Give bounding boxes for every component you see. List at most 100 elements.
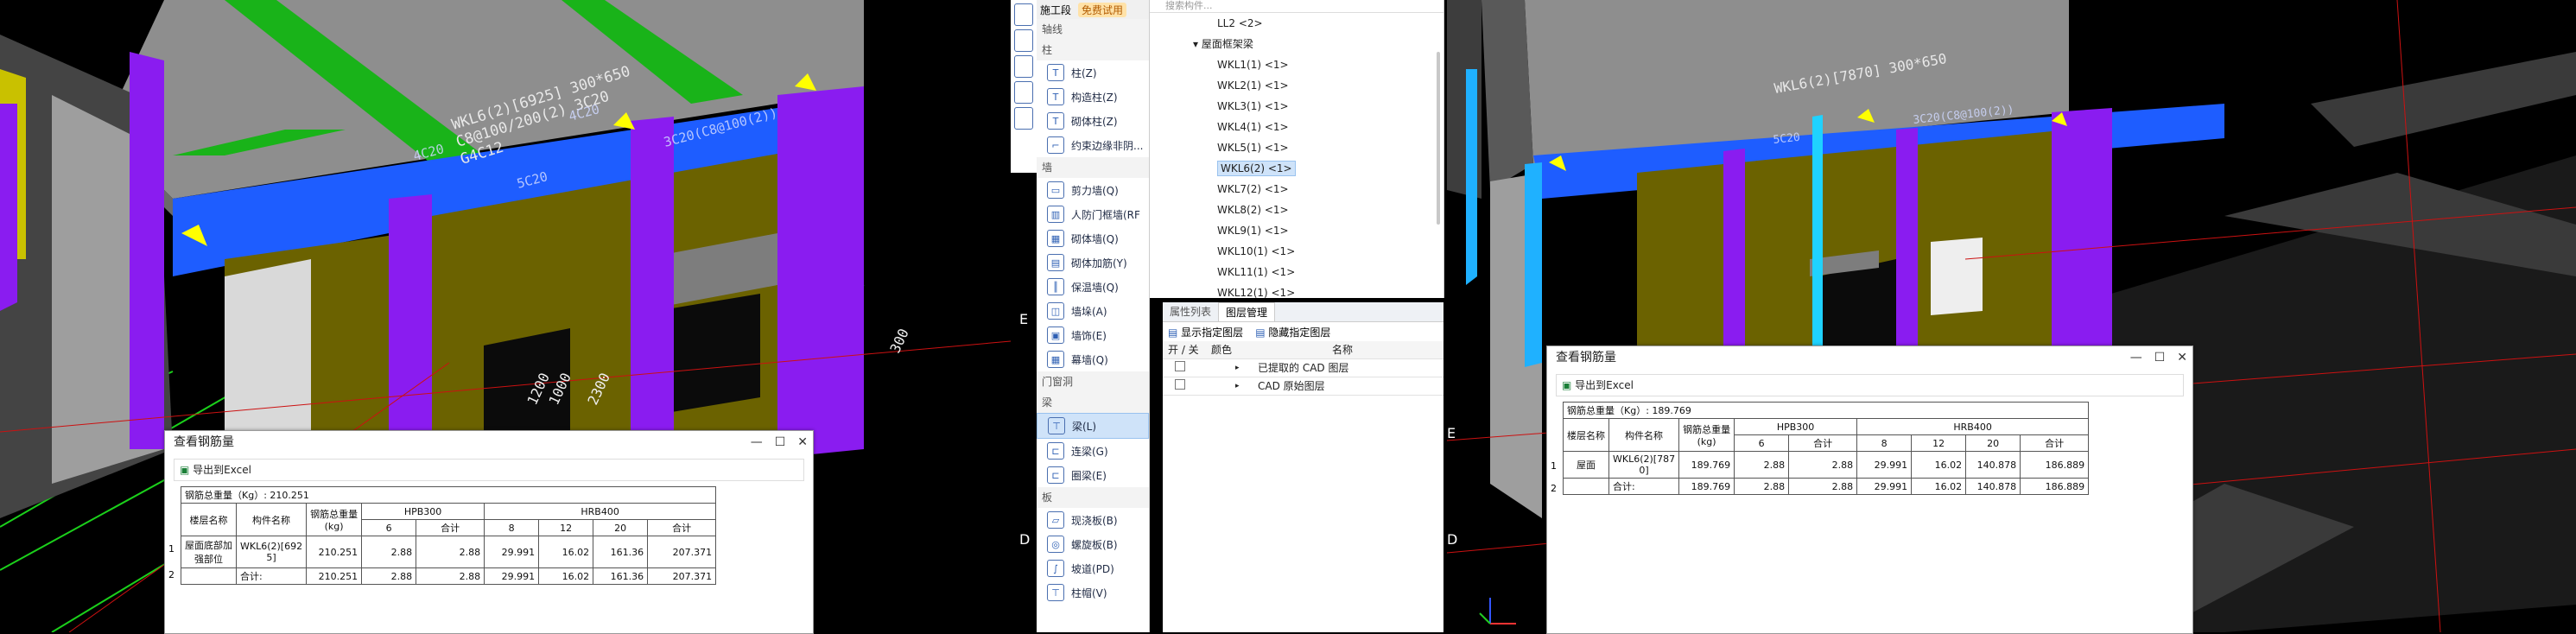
col-d12: 12 <box>538 519 594 536</box>
ribbon-item-spiral-slab[interactable]: ◎ 螺旋板(B) <box>1037 532 1149 556</box>
ribbon-item-masonry-column[interactable]: T 砌体柱(Z) <box>1037 109 1149 133</box>
layer-checkbox[interactable] <box>1175 361 1185 371</box>
col-d20: 20 <box>593 519 649 536</box>
construction-section-tab[interactable]: 施工段 <box>1040 3 1071 17</box>
ribbon-item-masonry-reinforcement[interactable]: ▤ 砌体加筋(Y) <box>1037 250 1149 275</box>
ribbon-section-slab: 板 <box>1037 487 1149 508</box>
tree-item[interactable]: WKL5(1) <1> <box>1150 137 1443 158</box>
axis-label-e: E <box>1019 311 1029 327</box>
maximize-icon[interactable]: ☐ <box>775 431 786 453</box>
steel-quantity-dialog-left[interactable]: 查看钢筋量 — ☐ ✕ ▣ 导出到Excel 钢筋总重量（Kg）: 210.25… <box>164 430 814 634</box>
tree-item[interactable]: WKL6(2) <1> <box>1150 158 1443 179</box>
close-icon[interactable]: ✕ <box>2177 346 2187 369</box>
tree-item[interactable]: WKL9(1) <1> <box>1150 220 1443 241</box>
ribbon-item-ring-beam[interactable]: ⊏ 圈梁(E) <box>1037 463 1149 487</box>
col-d8: 8 <box>484 519 540 536</box>
show-layer-button[interactable]: ▤ 显示指定图层 <box>1168 325 1243 339</box>
tree-item[interactable]: WKL12(1) <1> <box>1150 282 1443 303</box>
tab-properties[interactable]: 属性列表 <box>1163 302 1218 321</box>
ribbon-item-constraint-edge[interactable]: ⌐ 约束边缘非阴... <box>1037 133 1149 157</box>
tree-item[interactable]: WKL10(1) <1> <box>1150 241 1443 262</box>
close-icon[interactable]: ✕ <box>797 431 808 453</box>
row-index: 1 <box>1551 460 1557 472</box>
col-hrb400: HRB400 <box>1856 418 2090 435</box>
tree-item[interactable]: WKL7(2) <1> <box>1150 179 1443 200</box>
ribbon-item-insulation-wall[interactable]: ║ 保温墙(Q) <box>1037 275 1149 299</box>
minimize-icon[interactable]: — <box>2130 346 2142 369</box>
ribbon-item-coupling-beam[interactable]: ⊏ 连梁(G) <box>1037 439 1149 463</box>
ribbon-item-label: 螺旋板(B) <box>1071 538 1118 551</box>
tree-item-ll2[interactable]: LL2 <2> <box>1150 13 1443 34</box>
cell-member: 合计: <box>235 567 308 585</box>
left-toolbar-strip <box>1011 0 1037 173</box>
ribbon-item-shear-wall[interactable]: ▭ 剪力墙(Q) <box>1037 178 1149 202</box>
cell-sub1: 2.88 <box>1788 451 1858 479</box>
expand-icon[interactable]: ▸ <box>1218 377 1258 395</box>
tree-search-input[interactable]: 搜索构件... <box>1150 0 1443 13</box>
masonry-reinforcement-icon: ▤ <box>1047 254 1064 271</box>
col-hpb300: HPB300 <box>1734 418 1858 435</box>
axis-label-e: E <box>1447 425 1456 441</box>
toolbar-icon[interactable] <box>1014 55 1033 78</box>
table-row[interactable]: 合计: 210.251 2.88 2.88 29.991 16.02 161.3… <box>181 567 717 585</box>
row-index: 2 <box>168 569 174 580</box>
table-row[interactable]: 合计: 189.769 2.88 2.88 29.991 16.02 140.8… <box>1563 478 2090 495</box>
export-excel-button[interactable]: 导出到Excel <box>1575 379 1634 391</box>
mid-black-gap: E D <box>1011 173 1037 632</box>
table-row[interactable]: 屋面底部加 强部位 WKL6(2)[692 5] 210.251 2.88 2.… <box>181 536 717 568</box>
layer-name: CAD 原始图层 <box>1258 380 1325 392</box>
ribbon-item-column-cap[interactable]: ⊤ 柱帽(V) <box>1037 580 1149 605</box>
ribbon-item-civil-defense-wall[interactable]: ▥ 人防门框墙(RF <box>1037 202 1149 226</box>
ribbon-item-curtain-wall[interactable]: ▦ 幕墙(Q) <box>1037 347 1149 371</box>
toolbar-icon[interactable] <box>1014 81 1033 104</box>
ribbon-item-wall-pier[interactable]: ◫ 墙垛(A) <box>1037 299 1149 323</box>
tree-item[interactable]: WKL2(1) <1> <box>1150 75 1443 96</box>
ribbon-item-label: 现浇板(B) <box>1071 514 1118 527</box>
col-d6: 6 <box>1734 434 1790 452</box>
export-excel-button[interactable]: 导出到Excel <box>193 464 251 476</box>
column-icon: T <box>1047 64 1064 81</box>
ribbon-item-ramp[interactable]: ∫ 坡道(PD) <box>1037 556 1149 580</box>
maximize-icon[interactable]: ☐ <box>2154 346 2166 369</box>
spiral-slab-icon: ◎ <box>1047 536 1064 553</box>
minimize-icon[interactable]: — <box>751 431 763 453</box>
tree-item[interactable]: WKL4(1) <1> <box>1150 117 1443 137</box>
tree-scrollbar[interactable] <box>1437 52 1440 225</box>
cell-d6: 2.88 <box>1734 451 1790 479</box>
ribbon-item-wall-trim[interactable]: ▣ 墙饰(E) <box>1037 323 1149 347</box>
table-row[interactable]: 屋面 WKL6(2)[787 0] 189.769 2.88 2.88 29.9… <box>1563 451 2090 479</box>
cell-d20: 140.878 <box>1965 478 2021 495</box>
chevron-down-icon[interactable]: ▾ <box>1193 38 1198 50</box>
tree-item[interactable]: WKL3(1) <1> <box>1150 96 1443 117</box>
tab-layers[interactable]: 图层管理 <box>1218 302 1276 321</box>
ribbon-item-label: 墙饰(E) <box>1071 329 1107 342</box>
cell-total: 210.251 <box>306 536 363 568</box>
tree-item[interactable]: WKL1(1) <1> <box>1150 54 1443 75</box>
col-sub2: 合计 <box>2020 434 2090 452</box>
ribbon-item-beam[interactable]: ⊤ 梁(L) <box>1037 413 1149 439</box>
tree-items: WKL1(1) <1> WKL2(1) <1> WKL3(1) <1> WKL4(1)… <box>1150 54 1443 303</box>
cell-d8: 29.991 <box>484 536 540 568</box>
tree-item-label: WKL2(1) <1> <box>1217 79 1289 92</box>
ribbon-item-cast-slab[interactable]: ▱ 现浇板(B) <box>1037 508 1149 532</box>
toolbar-icon[interactable] <box>1014 29 1033 52</box>
hide-layer-button[interactable]: ▤ 隐藏指定图层 <box>1255 325 1330 339</box>
tree-item-label: WKL8(2) <1> <box>1217 204 1289 216</box>
tree-group-roof-beam[interactable]: ▾ 屋面框架梁 <box>1150 34 1443 54</box>
ribbon-item-masonry-wall[interactable]: ▦ 砌体墙(Q) <box>1037 226 1149 250</box>
tree-item[interactable]: WKL8(2) <1> <box>1150 200 1443 220</box>
layer-row[interactable]: ▸ 已提取的 CAD 图层 <box>1163 359 1443 377</box>
free-trial-badge[interactable]: 免费试用 <box>1078 2 1127 17</box>
toolbar-icon[interactable] <box>1014 3 1033 26</box>
layer-checkbox[interactable] <box>1175 379 1185 390</box>
steel-quantity-dialog-right[interactable]: 查看钢筋量 — ☐ ✕ ▣ 导出到Excel 钢筋总重量（Kg）: 189.76… <box>1546 346 2193 634</box>
layer-manager-panel: 属性列表 图层管理 ▤ 显示指定图层 ▤ 隐藏指定图层 开 / 关 颜色 名称 … <box>1163 302 1443 632</box>
ribbon-item-constructional-column[interactable]: T 构造柱(Z) <box>1037 85 1149 109</box>
toolbar-icon[interactable] <box>1014 107 1033 130</box>
ribbon-item-column[interactable]: T 柱(Z) <box>1037 60 1149 85</box>
tree-item[interactable]: WKL11(1) <1> <box>1150 262 1443 282</box>
layer-row[interactable]: ▸ CAD 原始图层 <box>1163 377 1443 396</box>
ribbon-item-label: 砌体墙(Q) <box>1071 232 1119 245</box>
ribbon-item-label: 保温墙(Q) <box>1071 281 1119 294</box>
expand-icon[interactable]: ▸ <box>1218 359 1258 377</box>
